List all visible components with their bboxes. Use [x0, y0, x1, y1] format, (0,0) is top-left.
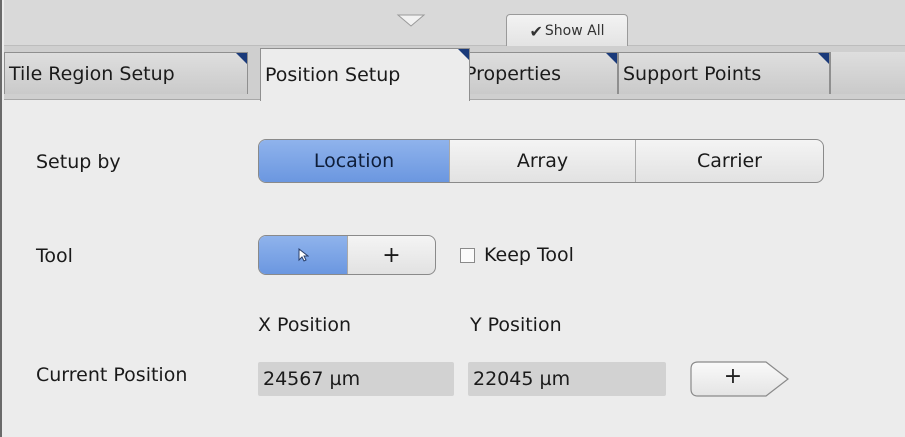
tool-pointer-option[interactable]	[259, 236, 347, 274]
position-setup-panel: ✔ Show All Tile Region Setup Properties …	[0, 0, 905, 437]
tab-corner-marker	[458, 49, 469, 60]
setup-by-carrier-option[interactable]: Carrier	[635, 140, 823, 182]
add-position-button[interactable]: +	[690, 361, 790, 397]
tab-corner-marker	[606, 53, 617, 64]
setup-by-location-option[interactable]: Location	[259, 140, 449, 182]
y-position-field: 22045 µm	[468, 362, 666, 396]
chevron-down-icon[interactable]	[396, 14, 426, 28]
keep-tool-label: Keep Tool	[484, 244, 574, 266]
y-position-header: Y Position	[470, 314, 562, 336]
tab-label: Tile Region Setup	[9, 62, 175, 85]
setup-by-segmented-control: Location Array Carrier	[258, 139, 824, 183]
pointer-arrow-icon	[298, 248, 309, 262]
show-all-tab[interactable]: ✔ Show All	[506, 14, 628, 47]
tab-support-points[interactable]: Support Points	[618, 52, 830, 94]
tab-label: Properties	[465, 62, 562, 85]
show-all-label: Show All	[544, 23, 605, 39]
tool-plus-option[interactable]: +	[347, 236, 435, 274]
tab-properties[interactable]: Properties	[460, 52, 618, 94]
plus-icon: +	[382, 242, 401, 268]
keep-tool-checkbox[interactable]	[460, 248, 475, 263]
checkmark-icon: ✔	[529, 21, 543, 41]
tool-segmented-control: +	[258, 235, 436, 275]
x-position-header: X Position	[258, 314, 352, 336]
tab-corner-marker	[236, 53, 247, 64]
tab-corner-marker	[818, 53, 829, 64]
setup-by-label: Setup by	[36, 151, 121, 173]
top-strip: ✔ Show All	[4, 0, 905, 47]
tab-label: Position Setup	[265, 64, 401, 86]
current-position-label: Current Position	[36, 364, 188, 386]
tab-label: Support Points	[623, 62, 762, 85]
tab-tile-region-setup[interactable]: Tile Region Setup	[4, 52, 248, 94]
tab-bar: Tile Region Setup Properties Support Poi…	[4, 46, 905, 101]
tab-position-setup[interactable]: Position Setup	[260, 48, 470, 101]
tab-bar-filler	[830, 52, 905, 94]
x-position-field: 24567 µm	[258, 362, 454, 396]
plus-icon: +	[723, 364, 743, 389]
tool-label: Tool	[36, 245, 73, 267]
setup-by-array-option[interactable]: Array	[449, 140, 635, 182]
